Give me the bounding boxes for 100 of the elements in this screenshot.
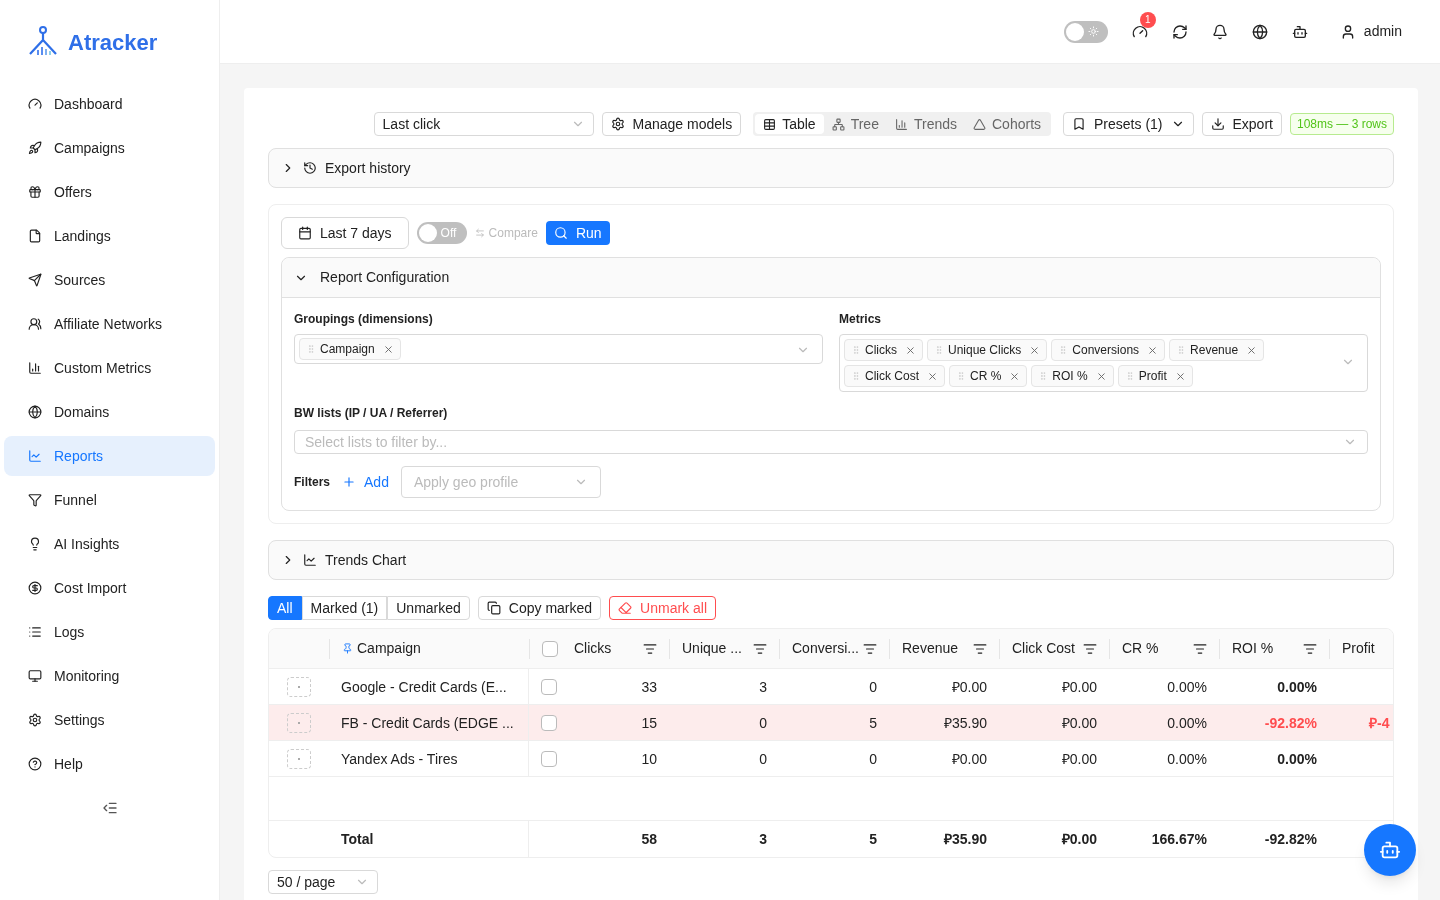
- column-header[interactable]: Campaign: [329, 638, 529, 659]
- drag-handle[interactable]: [287, 749, 311, 769]
- column-header[interactable]: CR %: [1122, 638, 1159, 659]
- sidebar-item[interactable]: Cost Import: [4, 568, 215, 608]
- column-header[interactable]: Clicks: [574, 638, 627, 659]
- settings-icon: [610, 117, 625, 131]
- theme-toggle[interactable]: [1063, 20, 1108, 43]
- close-icon[interactable]: [905, 344, 916, 356]
- sidebar-item[interactable]: Landings: [4, 216, 215, 256]
- sidebar-item[interactable]: Settings: [4, 700, 215, 740]
- drag-handle[interactable]: [287, 713, 311, 733]
- column-header[interactable]: ROI %: [1232, 638, 1274, 659]
- add-filter-button[interactable]: Add: [338, 471, 393, 493]
- metric-tag[interactable]: Conversions: [1051, 339, 1166, 361]
- metrics-select[interactable]: Clicks Unique Clicks Conversions Revenue Click Cost CR % ROI % Profit: [839, 334, 1368, 392]
- presets-button[interactable]: Presets (1): [1063, 112, 1194, 136]
- mark-filter-tab[interactable]: Unmarked: [387, 596, 470, 620]
- metric-tag[interactable]: CR %: [949, 365, 1028, 387]
- row-checkbox[interactable]: [541, 679, 557, 695]
- filter-icon[interactable]: [1083, 641, 1097, 656]
- drag-icon: [956, 371, 966, 381]
- sidebar-item[interactable]: Offers: [4, 172, 215, 212]
- sidebar-item[interactable]: Reports: [4, 436, 215, 476]
- filter-icon[interactable]: [1193, 641, 1207, 656]
- sidebar-item[interactable]: Campaigns: [4, 128, 215, 168]
- close-icon[interactable]: [927, 370, 938, 382]
- sidebar-item[interactable]: AI Insights: [4, 524, 215, 564]
- run-button[interactable]: Run: [545, 221, 610, 245]
- sidebar-item[interactable]: Custom Metrics: [4, 348, 215, 388]
- panel-title: Export history: [325, 158, 411, 178]
- close-icon[interactable]: [1095, 370, 1107, 382]
- view-tab[interactable]: Cohorts: [965, 114, 1050, 134]
- metric-tag[interactable]: Click Cost: [844, 365, 945, 387]
- sidebar-item[interactable]: Help: [4, 744, 215, 784]
- sidebar-item[interactable]: Logs: [4, 612, 215, 652]
- sidebar-item[interactable]: Affiliate Networks: [4, 304, 215, 344]
- column-header[interactable]: Revenue: [902, 638, 959, 659]
- attribution-select[interactable]: Last click: [373, 112, 594, 136]
- close-icon[interactable]: [382, 343, 394, 355]
- metric-tag[interactable]: Profit: [1117, 365, 1193, 387]
- mark-filter-tab[interactable]: Marked (1): [301, 596, 388, 620]
- groupings-select[interactable]: Campaign: [294, 334, 823, 364]
- view-tab[interactable]: Table: [755, 114, 824, 134]
- sidebar-item[interactable]: Funnel: [4, 480, 215, 520]
- collapse-icon[interactable]: [101, 800, 118, 816]
- mark-filter-tab[interactable]: All: [268, 596, 302, 620]
- filter-icon[interactable]: [1303, 641, 1317, 656]
- page-size-select[interactable]: 50 / page: [268, 870, 378, 894]
- user-menu[interactable]: admin: [1339, 21, 1402, 42]
- drag-handle[interactable]: [287, 677, 311, 697]
- field-label: Metrics: [839, 311, 883, 328]
- view-tab[interactable]: Tree: [823, 114, 887, 134]
- close-icon[interactable]: [1147, 344, 1159, 356]
- row-checkbox[interactable]: [541, 715, 557, 731]
- metric-tag[interactable]: Unique Clicks: [927, 339, 1048, 361]
- close-icon[interactable]: [1246, 344, 1258, 356]
- manage-models-button[interactable]: Manage models: [601, 112, 742, 136]
- export-history-panel[interactable]: Export history: [268, 148, 1394, 188]
- column-header[interactable]: Profit: [1342, 638, 1375, 659]
- trends-chart-panel[interactable]: Trends Chart: [268, 540, 1394, 580]
- table-row[interactable]: Yandex Ads - Tires 10 0 0 ₽0.00 ₽0.00 0.00% 0.00%: [269, 741, 1393, 777]
- filter-icon[interactable]: [973, 641, 987, 656]
- filter-icon[interactable]: [643, 641, 657, 656]
- export-button[interactable]: Export: [1201, 112, 1282, 136]
- column-header[interactable]: Conversi...: [792, 638, 859, 659]
- bell-icon[interactable]: [1211, 23, 1228, 40]
- close-icon[interactable]: [1029, 344, 1041, 356]
- copy-marked-button[interactable]: Copy marked: [477, 596, 602, 620]
- field-label: BW lists (IP / UA / Referrer): [294, 405, 449, 422]
- table-row[interactable]: FB - Credit Cards (EDGE ... 15 0 5 ₽35.90 ₽0.00 0.00% -92.82% ₽-4: [269, 705, 1393, 741]
- view-tab[interactable]: Trends: [886, 114, 965, 134]
- panel-header[interactable]: Report Configuration: [282, 258, 1380, 298]
- column-header[interactable]: Unique ...: [682, 638, 742, 659]
- history-icon: [303, 161, 317, 175]
- robot-icon[interactable]: [1291, 23, 1308, 40]
- refresh-icon[interactable]: [1171, 23, 1188, 40]
- metric-tag[interactable]: Revenue: [1169, 339, 1265, 361]
- list-icon: [28, 625, 42, 639]
- notification-badge: 1: [1139, 11, 1156, 28]
- row-checkbox[interactable]: [541, 751, 557, 767]
- speedometer-icon[interactable]: [1131, 23, 1148, 40]
- column-header[interactable]: Click Cost: [1012, 638, 1075, 659]
- table-row[interactable]: Google - Credit Cards (E... 33 3 0 ₽0.00 ₽0.00 0.00% 0.00%: [269, 669, 1393, 705]
- sidebar-item[interactable]: Domains: [4, 392, 215, 432]
- close-icon[interactable]: [1009, 370, 1021, 382]
- sidebar-item[interactable]: Sources: [4, 260, 215, 300]
- sidebar-item[interactable]: Dashboard: [4, 84, 215, 124]
- table-cell-text: ₽-4: [1368, 713, 1391, 733]
- table-icon: [763, 117, 777, 131]
- filter-icon[interactable]: [753, 641, 767, 656]
- funnel-icon: [28, 493, 42, 507]
- filter-icon[interactable]: [863, 641, 877, 656]
- date-range-button[interactable]: Last 7 days: [281, 217, 409, 249]
- select-all-checkbox[interactable]: [542, 640, 558, 657]
- metric-tag[interactable]: Campaign: [299, 338, 401, 360]
- metric-tag[interactable]: Clicks: [844, 339, 923, 361]
- sidebar-item[interactable]: Monitoring: [4, 656, 215, 696]
- close-icon[interactable]: [1174, 370, 1186, 382]
- globe-icon[interactable]: [1251, 23, 1268, 40]
- metric-tag[interactable]: ROI %: [1031, 365, 1114, 387]
